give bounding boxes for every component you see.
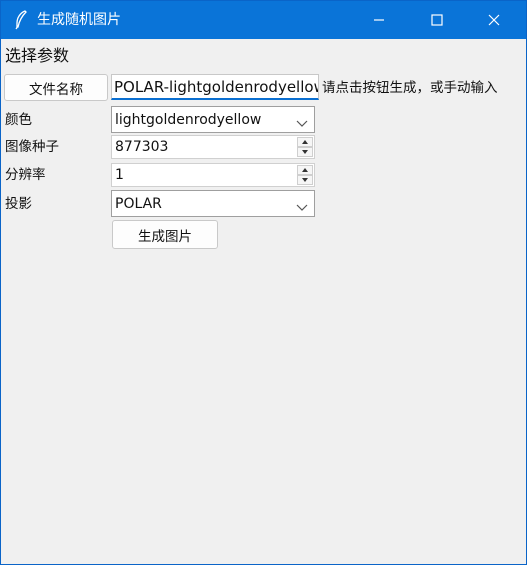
color-value: lightgoldenrodyellow bbox=[115, 112, 262, 128]
feather-icon bbox=[14, 10, 28, 30]
seed-label: 图像种子 bbox=[5, 139, 59, 155]
title-bar[interactable]: 生成随机图片 bbox=[1, 1, 526, 39]
triangle-down-icon bbox=[302, 150, 308, 154]
generate-image-button[interactable]: 生成图片 bbox=[112, 220, 218, 249]
color-label: 颜色 bbox=[5, 112, 32, 128]
resolution-spinbox[interactable]: 1 bbox=[111, 163, 315, 187]
resolution-value: 1 bbox=[115, 167, 124, 183]
section-title: 选择参数 bbox=[5, 46, 70, 65]
triangle-down-icon bbox=[302, 178, 308, 182]
seed-spinbox[interactable]: 877303 bbox=[111, 135, 315, 159]
resolution-label: 分辨率 bbox=[5, 167, 46, 183]
projection-select[interactable]: POLAR bbox=[111, 190, 315, 217]
filename-hint: 请点击按钮生成，或手动输入 bbox=[322, 80, 498, 96]
form-area: 选择参数 文件名称 POLAR-lightgoldenrodyellow 请点击… bbox=[1, 39, 526, 564]
close-button[interactable] bbox=[471, 1, 517, 39]
filename-input[interactable]: POLAR-lightgoldenrodyellow bbox=[111, 74, 319, 100]
window-title: 生成随机图片 bbox=[37, 12, 121, 28]
resolution-increment-button[interactable] bbox=[297, 165, 313, 175]
app-window: 生成随机图片 选择参数 文件名称 POLAR-lightgoldenrodyel… bbox=[0, 0, 527, 565]
resolution-decrement-button[interactable] bbox=[297, 175, 313, 185]
color-select[interactable]: lightgoldenrodyellow bbox=[111, 106, 315, 133]
seed-value: 877303 bbox=[115, 139, 169, 155]
chevron-down-icon[interactable] bbox=[296, 114, 308, 127]
close-icon bbox=[488, 11, 500, 30]
minimize-button[interactable] bbox=[356, 1, 402, 39]
triangle-up-icon bbox=[302, 140, 308, 144]
maximize-icon bbox=[431, 11, 443, 30]
maximize-button[interactable] bbox=[414, 1, 460, 39]
chevron-down-icon[interactable] bbox=[296, 198, 308, 211]
projection-label: 投影 bbox=[5, 196, 32, 212]
minimize-icon bbox=[373, 11, 385, 30]
filename-value: POLAR-lightgoldenrodyellow bbox=[114, 78, 319, 96]
seed-decrement-button[interactable] bbox=[297, 147, 313, 157]
seed-increment-button[interactable] bbox=[297, 137, 313, 147]
filename-button[interactable]: 文件名称 bbox=[4, 74, 108, 101]
triangle-up-icon bbox=[302, 168, 308, 172]
projection-value: POLAR bbox=[115, 196, 162, 212]
